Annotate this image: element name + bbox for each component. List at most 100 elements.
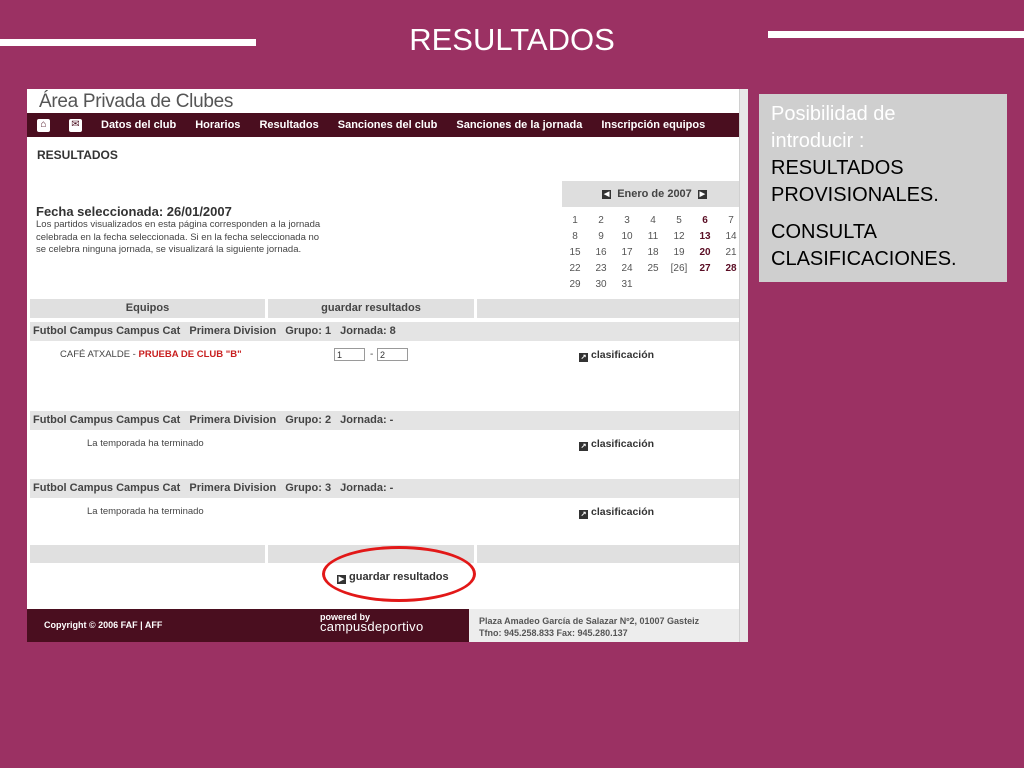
info-line-5: CONSULTA bbox=[771, 221, 877, 243]
season-ended-text: La temporada ha terminado bbox=[87, 506, 204, 517]
away-team: PRUEBA DE CLUB "B" bbox=[138, 349, 242, 360]
calendar-day[interactable]: 25 bbox=[640, 261, 666, 276]
nav-horarios[interactable]: Horarios bbox=[195, 119, 240, 131]
group-competition: Futbol Campus Campus Cat bbox=[33, 325, 181, 337]
calendar-grid: 1 2 3 4 5 6 7 8 9 10 11 12 13 14 15 16 1… bbox=[562, 213, 747, 292]
powered-by-logo[interactable]: powered by campusdeportivo bbox=[320, 612, 424, 634]
link-arrow-icon: ↗ bbox=[579, 442, 588, 451]
team-separator: - bbox=[130, 349, 139, 360]
footer-cell bbox=[477, 545, 740, 563]
season-ended-text: La temporada ha terminado bbox=[87, 438, 204, 449]
calendar-day[interactable]: 27 bbox=[692, 261, 718, 276]
group-jornada: Jornada: - bbox=[340, 414, 394, 426]
score-dash: - bbox=[370, 349, 374, 360]
info-line-4: PROVISIONALES. bbox=[771, 184, 939, 206]
clasificacion-label: clasificación bbox=[591, 506, 655, 518]
clasificacion-label: clasificación bbox=[591, 438, 655, 450]
fecha-title: Fecha seleccionada: 26/01/2007 bbox=[36, 204, 232, 219]
highlight-ellipse bbox=[322, 546, 476, 602]
info-paragraph-1: Posibilidad de introducir : RESULTADOS P… bbox=[771, 101, 1007, 209]
calendar-day[interactable]: 1 bbox=[562, 213, 588, 228]
calendar-day-selected[interactable]: [26] bbox=[666, 261, 692, 276]
calendar-day[interactable]: 10 bbox=[614, 229, 640, 244]
col-guardar-resultados: guardar resultados bbox=[268, 299, 474, 318]
group-competition: Futbol Campus Campus Cat bbox=[33, 482, 181, 494]
calendar-day[interactable]: 20 bbox=[692, 245, 718, 260]
nav-inscripcion-equipos[interactable]: Inscripción equipos bbox=[601, 119, 705, 131]
calendar-header: ◀ Enero de 2007 ▶ bbox=[562, 181, 747, 207]
calendar-day[interactable]: 31 bbox=[614, 277, 640, 292]
group-row: Futbol Campus Campus Cat Primera Divisio… bbox=[30, 479, 740, 498]
calendar-day[interactable]: 29 bbox=[562, 277, 588, 292]
footer-left: Copyright © 2006 FAF | AFF powered by ca… bbox=[27, 609, 469, 642]
group-row: Futbol Campus Campus Cat Primera Divisio… bbox=[30, 322, 740, 341]
decorative-line-left bbox=[0, 39, 256, 46]
calendar-day[interactable]: 17 bbox=[614, 245, 640, 260]
calendar-day[interactable]: 18 bbox=[640, 245, 666, 260]
nav-resultados[interactable]: Resultados bbox=[259, 119, 318, 131]
footer-contact: Plaza Amadeo García de Salazar Nº2, 0100… bbox=[469, 609, 740, 642]
group-jornada: Jornada: - bbox=[340, 482, 394, 494]
results-table-header: Equipos guardar resultados bbox=[30, 299, 740, 318]
calendar-day[interactable]: 22 bbox=[562, 261, 588, 276]
main-nav: ⌂ ✉ Datos del club Horarios Resultados S… bbox=[27, 113, 740, 137]
link-arrow-icon: ↗ bbox=[579, 353, 588, 362]
info-line-2: introducir : bbox=[771, 130, 865, 152]
calendar-day[interactable]: 23 bbox=[588, 261, 614, 276]
match-row: CAFÉ ATXALDE - PRUEBA DE CLUB "B" bbox=[60, 349, 242, 360]
group-division: Primera Division bbox=[189, 414, 277, 426]
info-line-3: RESULTADOS bbox=[771, 157, 904, 179]
clasificacion-link[interactable]: ↗ clasificación bbox=[579, 349, 654, 362]
clasificacion-link[interactable]: ↗ clasificación bbox=[579, 506, 654, 519]
group-division: Primera Division bbox=[189, 325, 277, 337]
link-arrow-icon: ↗ bbox=[579, 510, 588, 519]
nav-sanciones-jornada[interactable]: Sanciones de la jornada bbox=[456, 119, 582, 131]
home-score-input[interactable]: 1 bbox=[334, 348, 365, 361]
footer-phone: Tfno: 945.258.833 Fax: 945.280.137 bbox=[479, 628, 628, 638]
nav-sanciones-club[interactable]: Sanciones del club bbox=[338, 119, 438, 131]
info-line-1: Posibilidad de bbox=[771, 103, 896, 125]
calendar-day[interactable]: 16 bbox=[588, 245, 614, 260]
calendar-day[interactable]: 19 bbox=[666, 245, 692, 260]
calendar-day[interactable]: 12 bbox=[666, 229, 692, 244]
mail-icon[interactable]: ✉ bbox=[69, 118, 82, 132]
calendar-day[interactable]: 24 bbox=[614, 261, 640, 276]
calendar-day[interactable]: 4 bbox=[640, 213, 666, 228]
screenshot-panel: Área Privada de Clubes ⌂ ✉ Datos del clu… bbox=[27, 89, 748, 642]
clasificacion-label: clasificación bbox=[591, 349, 655, 361]
calendar-day[interactable]: 6 bbox=[692, 213, 718, 228]
calendar-day[interactable]: 2 bbox=[588, 213, 614, 228]
calendar-day[interactable]: 11 bbox=[640, 229, 666, 244]
calendar-day[interactable]: 9 bbox=[588, 229, 614, 244]
home-icon[interactable]: ⌂ bbox=[37, 118, 50, 132]
prev-month-icon[interactable]: ◀ bbox=[602, 189, 612, 199]
info-paragraph-2: CONSULTA CLASIFICACIONES. bbox=[771, 219, 1007, 273]
calendar-day[interactable]: 5 bbox=[666, 213, 692, 228]
group-competition: Futbol Campus Campus Cat bbox=[33, 414, 181, 426]
clasificacion-link[interactable]: ↗ clasificación bbox=[579, 438, 654, 451]
calendar-month: Enero de 2007 bbox=[617, 188, 692, 200]
section-title: RESULTADOS bbox=[37, 148, 118, 162]
next-month-icon[interactable]: ▶ bbox=[697, 189, 707, 199]
group-division: Primera Division bbox=[189, 482, 277, 494]
away-score-input[interactable]: 2 bbox=[377, 348, 408, 361]
info-callout: Posibilidad de introducir : RESULTADOS P… bbox=[759, 94, 1007, 282]
copyright-text: Copyright © 2006 FAF | AFF bbox=[44, 620, 163, 630]
calendar-day[interactable]: 13 bbox=[692, 229, 718, 244]
app-brand: Área Privada de Clubes bbox=[39, 91, 234, 112]
calendar-day[interactable]: 8 bbox=[562, 229, 588, 244]
group-number: Grupo: 2 bbox=[285, 414, 332, 426]
vertical-scrollbar[interactable] bbox=[739, 89, 748, 642]
site-footer: Copyright © 2006 FAF | AFF powered by ca… bbox=[27, 609, 740, 642]
footer-address: Plaza Amadeo García de Salazar Nº2, 0100… bbox=[479, 616, 700, 626]
calendar-day[interactable]: 30 bbox=[588, 277, 614, 292]
info-line-6: CLASIFICACIONES. bbox=[771, 248, 957, 270]
group-jornada: Jornada: 8 bbox=[340, 325, 396, 337]
group-row: Futbol Campus Campus Cat Primera Divisio… bbox=[30, 411, 740, 430]
col-equipos: Equipos bbox=[30, 299, 265, 318]
nav-datos-club[interactable]: Datos del club bbox=[101, 119, 176, 131]
footer-cell bbox=[30, 545, 265, 563]
powered-by-brand: campusdeportivo bbox=[320, 619, 424, 634]
calendar-day[interactable]: 3 bbox=[614, 213, 640, 228]
calendar-day[interactable]: 15 bbox=[562, 245, 588, 260]
